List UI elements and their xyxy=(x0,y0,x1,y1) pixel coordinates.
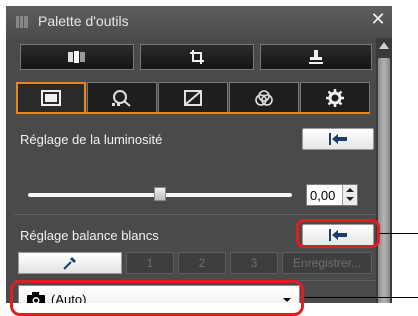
reset-arrow-icon xyxy=(329,133,347,145)
reset-button-highlight xyxy=(296,219,380,248)
white-balance-label: Réglage balance blancs xyxy=(20,228,159,243)
stamp-tool-icon xyxy=(309,50,323,64)
callout-line xyxy=(304,297,418,298)
brightness-label: Réglage de la luminosité xyxy=(20,132,163,147)
settings-gear-icon xyxy=(326,88,344,107)
tab-tone-curve[interactable] xyxy=(158,82,228,112)
close-icon[interactable]: ✕ xyxy=(368,10,388,30)
scrollbar-thumb[interactable] xyxy=(378,58,390,303)
vertical-scrollbar[interactable] xyxy=(376,38,392,303)
tab-basic-image-adjust[interactable] xyxy=(16,82,86,112)
color-adjust-icon xyxy=(255,89,273,106)
brightness-value-spinner[interactable]: 0,00 xyxy=(306,184,358,206)
eyedropper-icon xyxy=(63,257,76,270)
basic-image-adjust-icon xyxy=(41,90,61,106)
brightness-reset-button[interactable] xyxy=(302,128,374,150)
brightness-value[interactable]: 0,00 xyxy=(310,188,335,203)
crop-icon xyxy=(190,50,204,64)
spinner-arrows[interactable] xyxy=(342,185,357,205)
spin-up-icon[interactable] xyxy=(346,188,354,192)
eyedropper-button[interactable] xyxy=(18,252,122,274)
crop-button[interactable] xyxy=(140,44,254,70)
tab-detail[interactable] xyxy=(87,82,157,112)
select-highlight xyxy=(10,280,304,316)
window-title: Palette d'outils xyxy=(38,13,129,29)
detail-magnifier-icon xyxy=(112,89,131,107)
before-after-compare-icon xyxy=(68,51,85,63)
wb-preset-3-button[interactable]: 3 xyxy=(230,252,278,274)
palette-content: Réglage de la luminosité 0,00 Réglage ba… xyxy=(6,38,376,303)
drag-grip-icon[interactable] xyxy=(16,16,28,28)
tool-palette-window: Palette d'outils ✕ Réglage de la luminos… xyxy=(6,6,392,303)
title-bar[interactable]: Palette d'outils ✕ xyxy=(6,6,392,38)
before-after-compare-button[interactable] xyxy=(20,44,134,70)
callout-line xyxy=(380,233,418,234)
wb-preset-1-button[interactable]: 1 xyxy=(126,252,174,274)
tone-curve-icon xyxy=(184,89,202,106)
tab-underline xyxy=(16,112,370,114)
wb-preset-2-button[interactable]: 2 xyxy=(178,252,226,274)
tab-color-adjust[interactable] xyxy=(229,82,299,112)
tab-settings[interactable] xyxy=(300,82,370,112)
brightness-slider-thumb[interactable] xyxy=(154,187,166,201)
stamp-tool-button[interactable] xyxy=(260,44,372,70)
scroll-up-icon[interactable] xyxy=(379,42,389,49)
section-divider xyxy=(14,214,376,215)
wb-register-button[interactable]: Enregistrer... xyxy=(282,252,372,274)
spin-down-icon[interactable] xyxy=(346,197,354,201)
